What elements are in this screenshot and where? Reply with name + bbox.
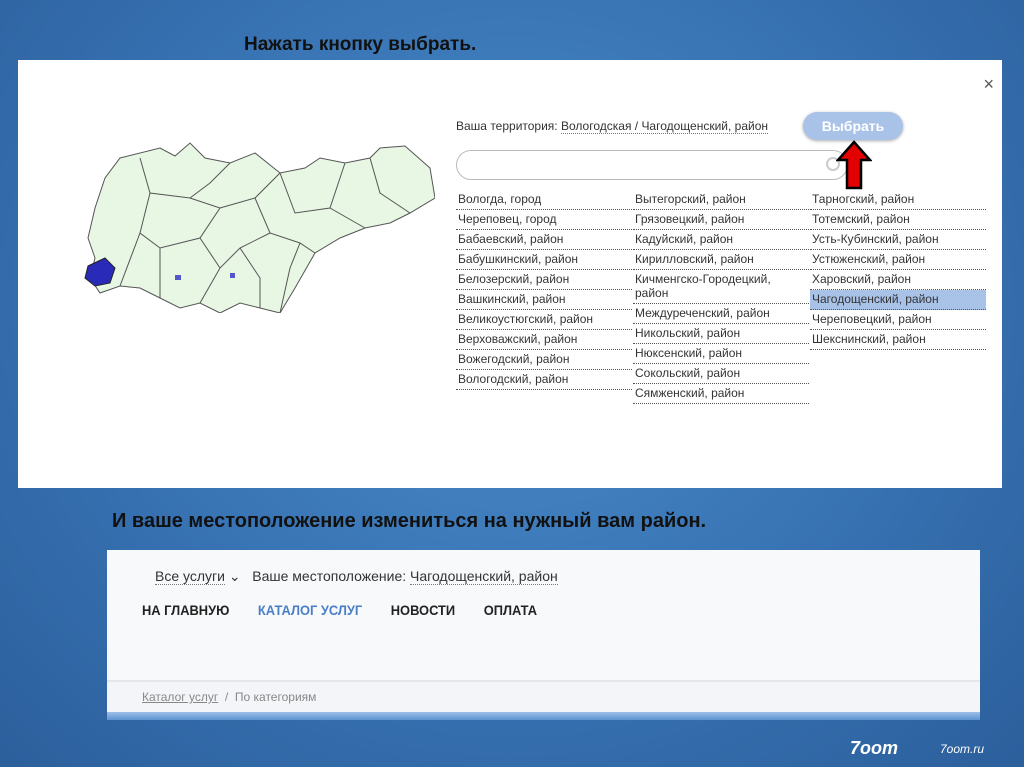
breadcrumb: Каталог услуг / По категориям — [107, 680, 980, 712]
district-item[interactable]: Тарногский, район — [810, 190, 986, 210]
district-item[interactable]: Сокольский, район — [633, 364, 809, 384]
district-item[interactable]: Бабаевский, район — [456, 230, 632, 250]
district-column-1: Вологда, город Череповец, город Бабаевский… — [456, 190, 632, 390]
all-services-dropdown[interactable]: Все услуги — [155, 568, 225, 585]
nav-news[interactable]: НОВОСТИ — [391, 602, 455, 618]
district-item[interactable]: Верховажский, район — [456, 330, 632, 350]
breadcrumb-separator: / — [224, 690, 229, 704]
district-item[interactable]: Усть-Кубинский, район — [810, 230, 986, 250]
district-item[interactable]: Череповец, город — [456, 210, 632, 230]
district-item[interactable]: Междуреченский, район — [633, 304, 809, 324]
district-item[interactable]: Шекснинский, район — [810, 330, 986, 350]
district-item[interactable]: Харовский, район — [810, 270, 986, 290]
district-item[interactable]: Вологда, город — [456, 190, 632, 210]
breadcrumb-catalog[interactable]: Каталог услуг — [142, 690, 218, 704]
district-item[interactable]: Кадуйский, район — [633, 230, 809, 250]
district-column-2: Вытегорский, район Грязовецкий, район Каду… — [633, 190, 809, 404]
district-item[interactable]: Бабушкинский, район — [456, 250, 632, 270]
close-icon[interactable]: × — [983, 74, 994, 95]
district-item[interactable]: Вашкинский, район — [456, 290, 632, 310]
district-item[interactable]: Сямженский, район — [633, 384, 809, 404]
district-item[interactable]: Кичменгско-Городецкий, район — [633, 270, 809, 304]
territory-info: Ваша территория: Вологодская / Чагодощен… — [456, 119, 769, 134]
instruction-top: Нажать кнопку выбрать. — [244, 34, 477, 55]
district-item[interactable]: Кирилловский, район — [633, 250, 809, 270]
select-button[interactable]: Выбрать — [803, 112, 903, 140]
nav-catalog[interactable]: КАТАЛОГ УСЛУГ — [258, 602, 362, 618]
district-item[interactable]: Устюженский, район — [810, 250, 986, 270]
footer-site: 7oom.ru — [940, 742, 985, 756]
district-item[interactable]: Вожегодский, район — [456, 350, 632, 370]
territory-value[interactable]: Вологодская / Чагодощенский, район — [561, 119, 769, 134]
territory-label: Ваша территория: — [456, 119, 558, 133]
district-item[interactable]: Грязовецкий, район — [633, 210, 809, 230]
territory-dialog: × Ваша территория: Вологодская / Чагодощ… — [18, 60, 1002, 488]
footer-logo: 7oom — [850, 738, 899, 758]
district-search-input[interactable] — [456, 150, 848, 180]
nav-home[interactable]: НА ГЛАВНУЮ — [142, 602, 229, 618]
instruction-bottom: И ваше местоположение измениться на нужн… — [112, 510, 707, 532]
district-item[interactable]: Вытегорский, район — [633, 190, 809, 210]
breadcrumb-current: По категориям — [234, 690, 317, 704]
site-header-preview: Все услуги ⌄ Ваше местоположение: Чагодо… — [107, 550, 980, 720]
district-item[interactable]: Белозерский, район — [456, 270, 632, 290]
location-label: Ваше местоположение: — [252, 568, 407, 584]
region-map[interactable] — [80, 138, 435, 313]
red-arrow-up-icon — [836, 140, 872, 190]
header-bottom-bar — [107, 712, 980, 720]
main-nav: НА ГЛАВНУЮ КАТАЛОГ УСЛУГ НОВОСТИ ОПЛАТА — [142, 602, 537, 618]
district-item[interactable]: Вологодский, район — [456, 370, 632, 390]
district-item[interactable]: Череповецкий, район — [810, 310, 986, 330]
district-column-3: Тарногский, район Тотемский, район Усть-Ку… — [810, 190, 986, 350]
nav-payment[interactable]: ОПЛАТА — [484, 602, 537, 618]
district-item[interactable]: Чагодощенский, район — [810, 290, 986, 310]
chevron-down-icon[interactable]: ⌄ — [229, 568, 241, 584]
district-item[interactable]: Нюксенский, район — [633, 344, 809, 364]
location-value[interactable]: Чагодощенский, район — [410, 568, 558, 585]
district-item[interactable]: Тотемский, район — [810, 210, 986, 230]
district-item[interactable]: Великоустюгский, район — [456, 310, 632, 330]
district-item[interactable]: Никольский, район — [633, 324, 809, 344]
